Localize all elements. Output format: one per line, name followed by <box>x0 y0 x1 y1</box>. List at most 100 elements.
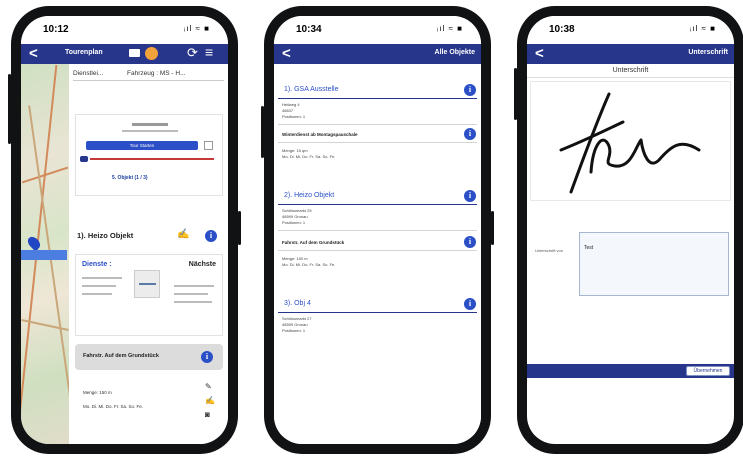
status-icons: ᵢıl ≈ ■ <box>690 24 716 33</box>
signature-heading: Unterschrift <box>527 64 734 78</box>
info-icon[interactable]: i <box>201 351 213 363</box>
divider <box>278 124 477 125</box>
map-view[interactable] <box>21 64 72 444</box>
phone-all-objects: 10:34 ᵢıl ≈ ■ < Alle Objekte 1). GSA Aus… <box>261 6 494 454</box>
back-icon[interactable]: < <box>29 45 38 62</box>
object-meta: Schlössmarkt 25 48599 Gronau Positionen:… <box>282 208 312 226</box>
object-positions: Positionen: 1 <box>282 114 306 119</box>
object-title[interactable]: 3). Obj 4 <box>284 300 311 307</box>
tab-service[interactable]: Dienstlei... <box>73 70 103 77</box>
service-card[interactable]: Dienste : Nächste <box>75 254 223 336</box>
task-title[interactable]: Winterdienst ab Montagspauschale <box>282 132 357 137</box>
refresh-icon[interactable]: ⟳ <box>187 45 198 61</box>
object-title[interactable]: 1). GSA Ausstelle <box>284 86 338 93</box>
status-bar: 10:38 ᵢıl ≈ ■ <box>527 16 734 44</box>
task-meta: Menge: 15 qm Mo. Di. Mi. Do. Fr. Sa. So.… <box>282 148 335 160</box>
route-title <box>132 123 168 126</box>
screen-tour-plan: 10:12 ᵢıl ≈ ■ < Tourenplan ⟳ ≡ Dienstlei… <box>21 16 228 444</box>
bus-icon <box>80 156 88 162</box>
status-time: 10:12 <box>43 24 69 35</box>
signer-name-value: Test <box>584 245 594 251</box>
object-header: 1). Heizo Objekt ✍ i <box>77 229 217 243</box>
section-divider <box>278 312 477 313</box>
service-thumbnail <box>134 270 160 298</box>
object-meta: Heilweg 4 48637 Positionen: 1 <box>282 102 305 120</box>
truck-icon[interactable] <box>129 49 140 57</box>
calendar-icon[interactable] <box>204 141 213 150</box>
driveway-label: Fahrstr. Auf dem Grundstück <box>83 353 159 359</box>
phone-signature: 10:38 ᵢıl ≈ ■ < Unterschrift Unterschrif… <box>514 6 743 454</box>
info-icon[interactable]: i <box>464 190 476 202</box>
footer-bar: Übernehmen <box>527 364 734 378</box>
signature-icon[interactable]: ✍ <box>205 396 215 405</box>
map-pin-icon[interactable] <box>25 234 43 252</box>
info-icon[interactable]: i <box>464 298 476 310</box>
tour-detail-pane: Dienstlei... Fahrzeug : MS - H... Tour S… <box>69 64 228 444</box>
object-positions: Positionen: 1 <box>282 220 306 225</box>
stage: 10:12 ᵢıl ≈ ■ < Tourenplan ⟳ ≡ Dienstlei… <box>0 0 743 458</box>
edit-icon[interactable]: ✎ <box>205 382 212 391</box>
power-button <box>491 211 494 245</box>
nav-title: Tourenplan <box>65 49 103 56</box>
service-detail-line <box>82 293 112 295</box>
signature-icon[interactable]: ✍ <box>177 229 189 240</box>
signer-label: Unterschrift von <box>535 248 564 253</box>
nav-title: Unterschrift <box>688 49 728 56</box>
info-icon[interactable]: i <box>464 128 476 140</box>
object-count: 5. Objekt (1 / 3) <box>112 175 148 181</box>
status-time: 10:38 <box>549 24 575 35</box>
service-detail-line <box>174 285 214 287</box>
quantity-label: Menge: 150 m <box>83 390 112 395</box>
nav-bar: < Alle Objekte <box>274 44 481 64</box>
power-button <box>238 211 241 245</box>
next-label: Nächste <box>188 261 216 268</box>
signature-pad[interactable] <box>530 81 731 201</box>
nav-bar: < Tourenplan ⟳ ≡ <box>21 44 228 64</box>
menu-icon[interactable]: ≡ <box>205 44 213 60</box>
status-bar: 10:12 ᵢıl ≈ ■ <box>21 16 228 44</box>
route-card: Tour Starten 5. Objekt (1 / 3) <box>75 114 223 196</box>
side-button <box>8 74 11 144</box>
task-meta: Menge: 150 m Mo. Di. Mi. Do. Fr. Sa. So.… <box>282 256 335 268</box>
side-button <box>261 106 264 158</box>
back-icon[interactable]: < <box>535 45 544 62</box>
service-detail-line <box>174 293 208 295</box>
object-positions: Positionen: 1 <box>282 328 306 333</box>
tab-bar: Dienstlei... Fahrzeug : MS - H... <box>73 70 186 77</box>
task-days: Mo. Di. Mi. Do. Fr. Sa. So. Fe. <box>282 262 336 267</box>
camera-icon[interactable]: ◙ <box>205 410 210 419</box>
status-bar: 10:34 ᵢıl ≈ ■ <box>274 16 481 44</box>
back-icon[interactable]: < <box>282 45 291 62</box>
info-icon[interactable]: i <box>464 84 476 96</box>
status-time: 10:34 <box>296 24 322 35</box>
service-detail-line <box>174 301 212 303</box>
screen-signature: 10:38 ᵢıl ≈ ■ < Unterschrift Unterschrif… <box>527 16 734 444</box>
route-subtitle <box>122 130 178 132</box>
map-location-label <box>21 250 67 260</box>
driveway-task[interactable]: Fahrstr. Auf dem Grundstück i <box>75 344 223 370</box>
signer-name-input[interactable]: Test <box>579 232 729 296</box>
section-divider <box>278 204 477 205</box>
screen-all-objects: 10:34 ᵢıl ≈ ■ < Alle Objekte 1). GSA Aus… <box>274 16 481 444</box>
service-title: Dienste : <box>82 261 112 268</box>
sun-status-icon[interactable] <box>145 47 158 60</box>
nav-title: Alle Objekte <box>434 49 475 56</box>
divider <box>278 230 477 231</box>
divider <box>278 142 477 143</box>
info-icon[interactable]: i <box>464 236 476 248</box>
object-title[interactable]: 2). Heizo Objekt <box>284 192 334 199</box>
days-label: Mo. Di. Mi. Do. Fr. Sa. So. Fe. <box>83 404 144 409</box>
status-icons: ᵢıl ≈ ■ <box>437 24 463 33</box>
route-progress <box>90 158 214 160</box>
info-icon[interactable]: i <box>205 230 217 242</box>
object-list: 1). GSA Ausstelle i Heilweg 4 48637 Posi… <box>274 64 481 444</box>
apply-button[interactable]: Übernehmen <box>686 366 730 376</box>
start-tour-button[interactable]: Tour Starten <box>86 141 198 150</box>
service-detail-line <box>82 285 116 287</box>
object-title: 1). Heizo Objekt <box>77 231 134 240</box>
task-title[interactable]: Fahrstr. Auf dem Grundstück <box>282 240 344 245</box>
task-days: Mo. Di. Mi. Do. Fr. Sa. So. Fe. <box>282 154 336 159</box>
tab-vehicle[interactable]: Fahrzeug : MS - H... <box>127 70 186 77</box>
object-meta: Schlössmarkt 27 48599 Gronau Positionen:… <box>282 316 312 334</box>
tab-divider <box>73 80 224 81</box>
